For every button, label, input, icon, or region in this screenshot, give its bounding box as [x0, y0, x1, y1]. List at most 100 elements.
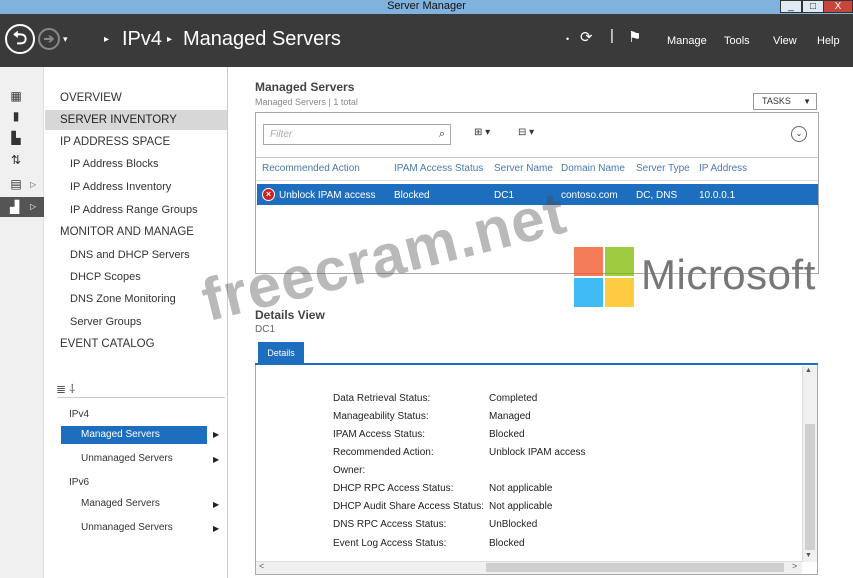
- tree-ipv6-unmanaged-servers[interactable]: Unmanaged Servers: [81, 522, 173, 533]
- tasks-dropdown[interactable]: TASKS ▼: [753, 93, 817, 110]
- tab-details[interactable]: Details: [258, 342, 304, 365]
- search-icon[interactable]: ⌕: [439, 125, 445, 144]
- horizontal-scroll-thumb[interactable]: [486, 563, 784, 572]
- menu-manage[interactable]: Manage: [667, 35, 707, 47]
- scroll-down-icon[interactable]: ▼: [805, 552, 812, 559]
- detail-value: Completed: [489, 393, 538, 404]
- detail-value: Not applicable: [489, 501, 553, 512]
- detail-label: IPAM Access Status:: [333, 429, 426, 440]
- tree-ipv4-managed-servers[interactable]: Managed Servers: [61, 426, 207, 444]
- close-button[interactable]: X: [823, 0, 853, 13]
- tasks-label: TASKS: [762, 96, 791, 106]
- tree-arrow-icon[interactable]: ▶: [213, 524, 219, 533]
- vertical-scroll-thumb[interactable]: [805, 424, 815, 550]
- query-options-icon[interactable]: ⊞ ▾: [474, 127, 490, 138]
- cell-ip-address: 10.0.0.1: [699, 190, 736, 201]
- nav-dns-zone-monitoring[interactable]: DNS Zone Monitoring: [45, 289, 227, 309]
- detail-label: Owner:: [333, 465, 366, 476]
- logo-square-red: [574, 247, 603, 276]
- tree-divider: [57, 397, 225, 398]
- left-rail: ▦ ▮ ▙ ⇅ ▤ ▷ ▟ ▷: [0, 67, 44, 578]
- filter-input[interactable]: Filter ⌕: [263, 124, 451, 145]
- nav-overview[interactable]: OVERVIEW: [45, 88, 227, 108]
- divider-icon: |: [610, 27, 614, 44]
- nav-ip-address-space[interactable]: IP ADDRESS SPACE: [45, 132, 227, 152]
- detail-value: Unblock IPAM access: [489, 447, 586, 458]
- detail-label: Recommended Action:: [333, 447, 434, 458]
- tree-ipv4[interactable]: IPv4: [69, 409, 89, 420]
- expand-arrow-icon[interactable]: ▷: [30, 180, 36, 189]
- filter-placeholder: Filter: [270, 129, 293, 140]
- page-subtitle: Managed Servers | 1 total: [255, 97, 358, 107]
- maximize-button[interactable]: □: [802, 0, 824, 13]
- chevron-down-icon: ▼: [803, 97, 811, 106]
- cell-domain-name: contoso.com: [561, 190, 618, 201]
- detail-value: Managed: [489, 411, 531, 422]
- page-title: Managed Servers: [255, 80, 355, 94]
- breadcrumb-managed-servers: Managed Servers: [183, 28, 341, 50]
- app-header: ⮌ ➔ ▾ ▸ IPv4 ▸ Managed Servers • ⟳ | ⚑ M…: [0, 14, 853, 67]
- column-domain-name[interactable]: Domain Name: [561, 163, 625, 174]
- nav-event-catalog[interactable]: EVENT CATALOG: [45, 334, 227, 354]
- back-arrow-icon[interactable]: ⮌: [5, 24, 35, 54]
- nav-server-inventory[interactable]: SERVER INVENTORY: [45, 110, 227, 130]
- expand-icon[interactable]: ⌄: [791, 126, 807, 142]
- history-dropdown-icon[interactable]: ▾: [63, 34, 68, 45]
- tree-ipv6[interactable]: IPv6: [69, 477, 89, 488]
- detail-label: DNS RPC Access Status:: [333, 519, 447, 530]
- detail-value: Blocked: [489, 538, 525, 549]
- ipam-icon[interactable]: ▟: [0, 197, 44, 217]
- menu-view[interactable]: View: [773, 35, 797, 47]
- dashboard-icon[interactable]: ▦: [9, 89, 23, 103]
- tree-ipv4-unmanaged-servers[interactable]: Unmanaged Servers: [81, 453, 173, 464]
- file-services-icon[interactable]: ⇅: [9, 153, 23, 167]
- scroll-right-icon[interactable]: >: [792, 561, 797, 571]
- tree-view-toggle-icon[interactable]: ≣ ⸸: [56, 380, 75, 397]
- scroll-up-icon[interactable]: ▲: [805, 367, 812, 374]
- local-server-icon[interactable]: ▮: [9, 109, 23, 123]
- tree-arrow-icon[interactable]: ▶: [213, 430, 219, 439]
- detail-label: DHCP RPC Access Status:: [333, 483, 454, 494]
- forward-arrow-icon[interactable]: ➔: [38, 28, 60, 50]
- nav-monitor-and-manage[interactable]: MONITOR AND MANAGE: [45, 222, 227, 242]
- breadcrumb-ipv4[interactable]: IPv4: [122, 28, 162, 51]
- refresh-icon[interactable]: ⟳: [580, 28, 593, 46]
- all-servers-icon[interactable]: ▙: [9, 131, 23, 145]
- nav-ip-address-blocks[interactable]: IP Address Blocks: [45, 154, 227, 174]
- minimize-button[interactable]: _: [780, 0, 802, 13]
- detail-label: Event Log Access Status:: [333, 538, 447, 549]
- menu-help[interactable]: Help: [817, 35, 840, 47]
- flag-icon[interactable]: ⚑: [628, 28, 641, 46]
- cell-ipam-access-status: Blocked: [394, 190, 430, 201]
- tree-arrow-icon[interactable]: ▶: [213, 500, 219, 509]
- header-divider: [256, 157, 818, 158]
- expand-arrow-icon[interactable]: ▷: [30, 202, 36, 211]
- detail-label: Data Retrieval Status:: [333, 393, 431, 404]
- breadcrumb-separator-icon: ▸: [104, 34, 110, 45]
- roles-icon[interactable]: ▤: [9, 177, 23, 191]
- breadcrumb-separator-icon: ▸: [167, 34, 173, 45]
- cell-recommended-action: Unblock IPAM access: [279, 190, 376, 201]
- logo-square-yellow: [605, 278, 634, 307]
- column-server-type[interactable]: Server Type: [636, 163, 690, 174]
- tree-arrow-icon[interactable]: ▶: [213, 455, 219, 464]
- column-recommended-action[interactable]: Recommended Action: [262, 163, 360, 174]
- column-ip-address[interactable]: IP Address: [699, 163, 747, 174]
- nav-ip-address-inventory[interactable]: IP Address Inventory: [45, 177, 227, 197]
- detail-value: UnBlocked: [489, 519, 538, 530]
- column-server-name[interactable]: Server Name: [494, 163, 553, 174]
- nav-server-groups[interactable]: Server Groups: [45, 312, 227, 332]
- menu-tools[interactable]: Tools: [724, 35, 750, 47]
- refresh-dot-icon: •: [566, 34, 570, 44]
- nav-ip-address-range-groups[interactable]: IP Address Range Groups: [45, 200, 227, 220]
- column-ipam-access-status[interactable]: IPAM Access Status: [394, 163, 483, 174]
- nav-dns-dhcp-servers[interactable]: DNS and DHCP Servers: [45, 245, 227, 265]
- detail-label: Manageability Status:: [333, 411, 429, 422]
- details-subtitle: DC1: [255, 324, 276, 335]
- error-icon: ×: [262, 188, 275, 201]
- detail-value: Not applicable: [489, 483, 553, 494]
- save-query-icon[interactable]: ⊟ ▾: [518, 127, 534, 138]
- window-title: Server Manager: [387, 0, 466, 12]
- tree-ipv6-managed-servers[interactable]: Managed Servers: [81, 498, 160, 509]
- scroll-left-icon[interactable]: <: [259, 561, 264, 571]
